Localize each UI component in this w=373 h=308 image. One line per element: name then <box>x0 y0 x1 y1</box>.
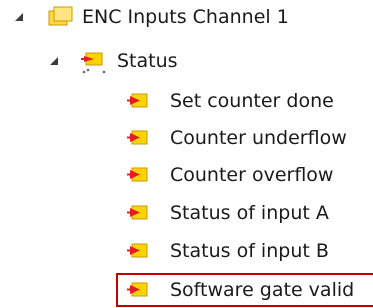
tree-item-label: Counter underflow <box>170 127 347 149</box>
tree-item-label: Status of input B <box>170 240 329 262</box>
input-variable-icon <box>127 205 148 220</box>
tree-node-label: ENC Inputs Channel 1 <box>82 6 289 28</box>
tree-node-label: Status <box>117 50 178 72</box>
tree-item-label: Set counter done <box>170 90 334 112</box>
input-variable-icon <box>127 243 148 258</box>
input-variable-icon <box>127 167 148 182</box>
highlight-box <box>116 273 373 307</box>
folder-input-icon <box>48 6 73 26</box>
input-variable-icon <box>127 93 148 108</box>
input-variable-icon <box>127 130 148 145</box>
tree-item-label: Status of input A <box>170 202 329 224</box>
expand-triangle-icon[interactable] <box>49 56 59 66</box>
expand-triangle-icon[interactable] <box>14 12 24 22</box>
tree-item-label: Counter overflow <box>170 164 334 186</box>
input-variable-group-icon <box>81 52 106 74</box>
